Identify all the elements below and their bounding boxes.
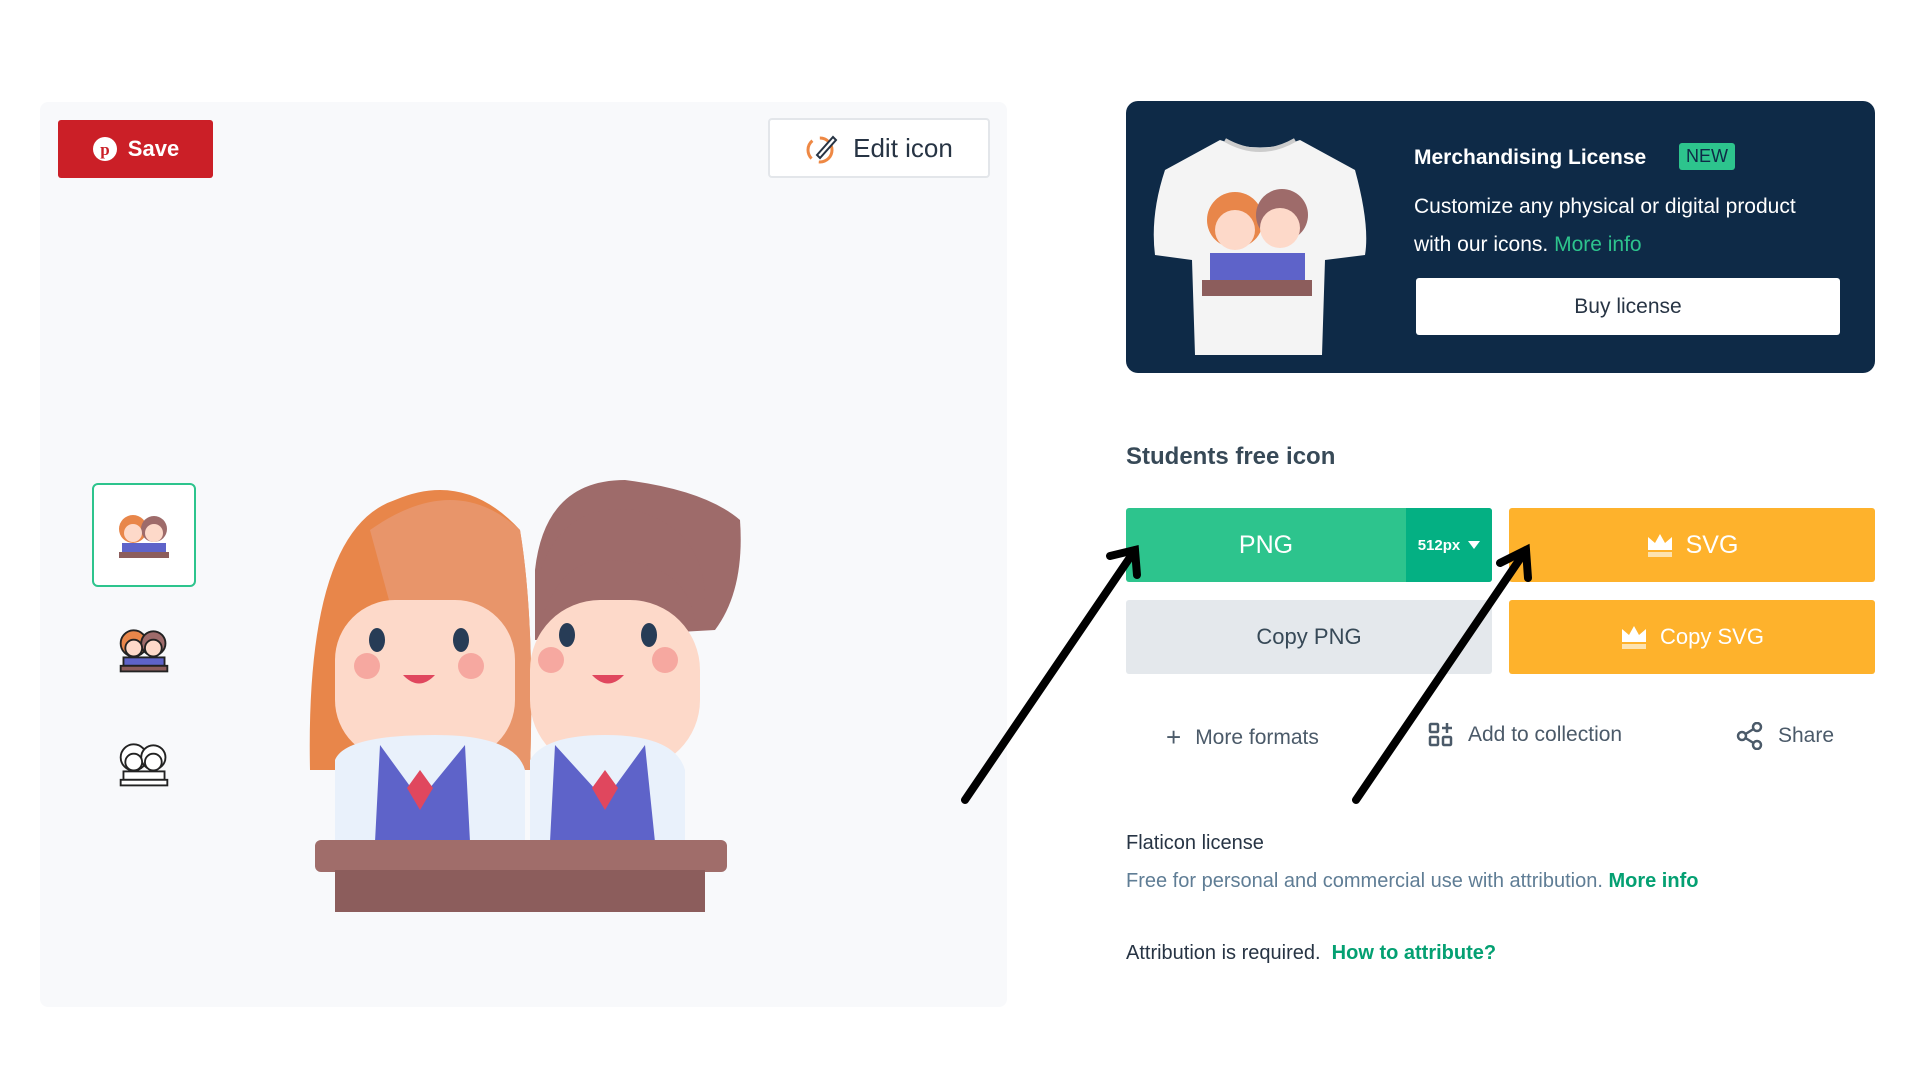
crown-icon	[1622, 626, 1647, 649]
students-thumbnail-icon	[119, 743, 169, 787]
more-formats-button[interactable]: + More formats	[1166, 722, 1319, 753]
buy-license-button[interactable]: Buy license	[1416, 278, 1840, 335]
attribution-text: Attribution is required.	[1126, 942, 1321, 964]
pinterest-save-button[interactable]: p Save	[58, 120, 213, 178]
license-more-info-link[interactable]: More info	[1608, 870, 1698, 892]
copy-svg-label: Copy SVG	[1660, 624, 1764, 649]
download-svg-button[interactable]: SVG	[1509, 508, 1875, 582]
how-to-attribute-link[interactable]: How to attribute?	[1332, 942, 1496, 964]
share-button[interactable]: Share	[1736, 722, 1834, 750]
icon-title: Students free icon	[1126, 443, 1336, 470]
pinterest-icon: p	[92, 137, 117, 161]
save-label: Save	[127, 136, 180, 161]
license-description: Free for personal and commercial use wit…	[1126, 870, 1698, 893]
attribution-note: Attribution is required. How to attribut…	[1126, 942, 1496, 965]
add-to-collection-button[interactable]: Add to collection	[1428, 722, 1622, 748]
license-title: Flaticon license	[1126, 832, 1264, 854]
thumbnail-color[interactable]	[92, 483, 196, 587]
students-illustration	[309, 480, 741, 912]
students-thumbnail-icon	[119, 629, 169, 673]
new-badge: NEW	[1679, 143, 1735, 170]
tshirt-mockup-image	[1153, 138, 1367, 355]
crown-icon	[1647, 534, 1672, 557]
plus-icon: +	[1166, 722, 1182, 752]
add-collection-icon	[1428, 722, 1453, 747]
banner-title: Merchandising License	[1414, 146, 1647, 169]
pencil-icon	[806, 135, 838, 164]
svg-text:p: p	[100, 140, 109, 159]
students-thumbnail-icon	[119, 515, 169, 558]
png-label: PNG	[1238, 530, 1294, 559]
copy-svg-button[interactable]: Copy SVG	[1509, 600, 1875, 674]
share-label: Share	[1778, 724, 1835, 747]
caret-down-icon	[1468, 541, 1481, 549]
add-collection-label: Add to collection	[1468, 723, 1623, 746]
edit-label: Edit icon	[853, 132, 953, 163]
svg-label: SVG	[1685, 530, 1739, 559]
banner-more-info-link[interactable]: More info	[1554, 233, 1642, 256]
share-icon	[1736, 722, 1763, 750]
thumbnail-lineal[interactable]	[92, 711, 196, 815]
edit-icon-button[interactable]: Edit icon	[768, 118, 990, 178]
copy-png-button[interactable]: Copy PNG	[1126, 600, 1492, 674]
png-size-dropdown[interactable]: 512px	[1406, 508, 1492, 582]
arrow-to-svg	[1352, 546, 1530, 804]
license-description-text: Free for personal and commercial use wit…	[1126, 870, 1603, 892]
size-label: 512px	[1417, 536, 1461, 554]
thumbnail-lineal-color[interactable]	[92, 597, 196, 701]
banner-description: Customize any physical or digital produc…	[1414, 188, 1814, 264]
more-formats-label: More formats	[1195, 725, 1319, 749]
